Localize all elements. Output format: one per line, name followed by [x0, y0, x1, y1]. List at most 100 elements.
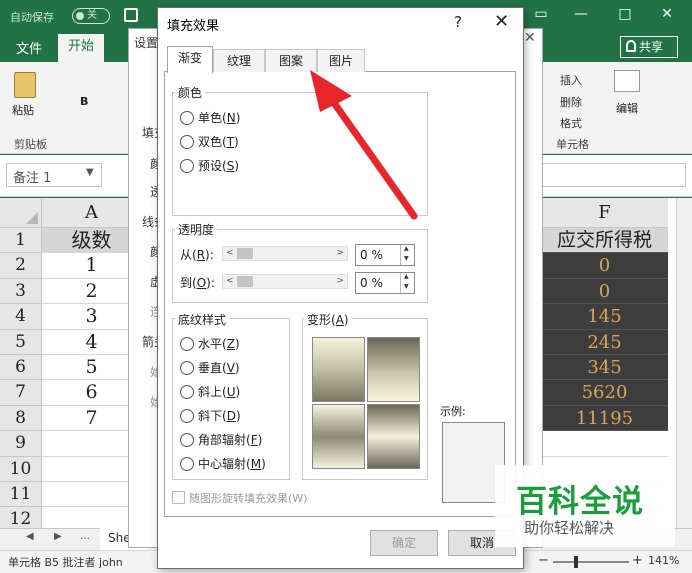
cell-f[interactable]: 应交所得税 [541, 228, 668, 254]
gradient-variant-swatch[interactable] [312, 337, 365, 402]
row-header[interactable]: 7 [0, 380, 42, 406]
tab-picture[interactable]: 图片 [317, 49, 365, 72]
edit-button[interactable]: 编辑 [616, 100, 638, 116]
cell-f[interactable]: 0 [541, 253, 668, 279]
color-group-title: 颜色 [175, 84, 206, 101]
ok-button[interactable]: 确定 [370, 530, 438, 556]
format-comment-dialog-title: 设置 [134, 36, 159, 50]
row-header[interactable]: 6 [0, 355, 42, 381]
row-header[interactable]: 8 [0, 405, 42, 432]
dialog-title: 填充效果 [167, 19, 220, 34]
next-sheet-icon[interactable]: ▶ [54, 531, 62, 542]
zoom-level[interactable]: 141% [648, 554, 679, 567]
close-icon[interactable]: ✕ [494, 11, 509, 32]
cell-a[interactable] [42, 456, 142, 482]
shading-option-radio[interactable]: 斜下(D) [180, 408, 241, 424]
column-header-a[interactable]: A [42, 198, 142, 228]
color-option-radio[interactable]: 预设(S) [180, 158, 239, 174]
cell-a[interactable] [42, 431, 142, 457]
search-icon[interactable] [614, 70, 640, 92]
prev-sheet-icon[interactable]: ◀ [26, 531, 34, 542]
autosave-toggle[interactable]: 关 [72, 8, 110, 24]
watermark-logo: 百科全说 [516, 484, 644, 520]
cell-f[interactable]: 0 [541, 278, 668, 305]
save-icon[interactable] [124, 8, 138, 22]
cell-a[interactable]: 4 [42, 329, 142, 355]
format-button[interactable]: 格式 [560, 115, 582, 131]
zoom-in-icon[interactable]: + [632, 553, 643, 568]
tab-texture[interactable]: 纹理 [213, 49, 265, 72]
cell-f[interactable]: 345 [541, 355, 668, 381]
close-icon[interactable]: ✕ [524, 30, 536, 46]
cell-a[interactable]: 6 [42, 380, 142, 406]
tab-gradient[interactable]: 渐变 [167, 46, 213, 73]
row-header[interactable]: 5 [0, 329, 42, 355]
maximize-icon[interactable]: □ [610, 6, 640, 22]
cell-f[interactable]: 245 [541, 329, 668, 355]
to-label: 到(O): [180, 276, 215, 290]
cell-a[interactable] [42, 482, 142, 508]
cell-a[interactable]: 2 [42, 278, 142, 305]
cell-a[interactable]: 级数 [42, 228, 142, 254]
select-all-corner[interactable] [0, 198, 42, 228]
paste-button[interactable]: 粘贴 [12, 102, 34, 118]
zoom-slider[interactable] [553, 561, 629, 563]
zoom-out-icon[interactable]: − [538, 553, 549, 568]
cell-f[interactable] [541, 431, 668, 457]
row-header[interactable]: 2 [0, 253, 42, 279]
clipboard-icon[interactable] [14, 72, 36, 98]
vertical-scrollbar[interactable] [676, 198, 692, 528]
color-option-radio[interactable]: 双色(T) [180, 134, 239, 150]
delete-button[interactable]: 删除 [560, 94, 582, 110]
gradient-variant-swatch[interactable] [367, 337, 420, 402]
chevron-down-icon[interactable]: ▼ [86, 167, 94, 178]
rotate-with-shape-checkbox[interactable]: 随图形旋转填充效果(W) [172, 490, 307, 506]
column-header-f[interactable]: F [541, 198, 668, 228]
shading-option-radio[interactable]: 斜上(U) [180, 384, 240, 400]
row-header[interactable]: 3 [0, 278, 42, 305]
to-percent-spinner[interactable]: 0 % [355, 272, 415, 294]
from-label: 从(R): [180, 248, 214, 262]
gradient-variant-swatch[interactable] [312, 404, 365, 469]
shading-option-radio[interactable]: 角部辐射(F) [180, 432, 262, 448]
formula-input[interactable] [530, 163, 686, 187]
from-slider[interactable]: < > [222, 246, 348, 261]
window-close-icon[interactable]: ✕ [652, 6, 682, 22]
row-header[interactable]: 10 [0, 456, 42, 482]
shading-option-radio[interactable]: 中心辐射(M) [180, 456, 266, 472]
shading-option-radio[interactable]: 垂直(V) [180, 360, 240, 376]
cell-f[interactable]: 145 [541, 304, 668, 330]
person-icon [626, 40, 636, 52]
bold-button[interactable]: B [80, 95, 88, 108]
tab-home[interactable]: 开始 [58, 34, 104, 62]
row-header[interactable]: 4 [0, 304, 42, 330]
transparency-group-title: 透明度 [175, 221, 218, 238]
tab-pattern[interactable]: 图案 [265, 49, 317, 72]
row-header[interactable]: 1 [0, 228, 42, 254]
more-sheets-icon[interactable]: … [80, 531, 90, 542]
row-header[interactable]: 9 [0, 431, 42, 457]
variants-title: 变形(A) [304, 311, 352, 328]
from-slider-thumb[interactable] [237, 248, 253, 259]
from-percent-spinner[interactable]: 0 % [355, 244, 415, 266]
color-option-radio[interactable]: 单色(N) [180, 110, 240, 126]
cell-a[interactable]: 1 [42, 253, 142, 279]
help-icon[interactable]: ? [454, 13, 462, 31]
gradient-variant-swatch[interactable] [367, 404, 420, 469]
tab-file[interactable]: 文件 [16, 38, 42, 57]
ribbon-display-icon[interactable]: ▭ [526, 6, 556, 22]
insert-button[interactable]: 插入 [560, 72, 582, 88]
cell-f[interactable]: 5620 [541, 380, 668, 406]
row-header[interactable]: 11 [0, 482, 42, 508]
cell-a[interactable]: 3 [42, 304, 142, 330]
minimize-icon[interactable]: — [566, 6, 596, 22]
cell-a[interactable]: 5 [42, 355, 142, 381]
zoom-slider-thumb[interactable] [574, 556, 578, 568]
to-slider-thumb[interactable] [237, 276, 253, 287]
cell-f[interactable]: 11195 [541, 405, 668, 432]
cell-a[interactable]: 7 [42, 405, 142, 432]
shading-option-radio[interactable]: 水平(Z) [180, 336, 240, 352]
share-button[interactable]: 共享 [620, 36, 678, 58]
to-slider[interactable]: < > [222, 274, 348, 289]
watermark-slogan: 助你轻松解决 [524, 519, 615, 537]
